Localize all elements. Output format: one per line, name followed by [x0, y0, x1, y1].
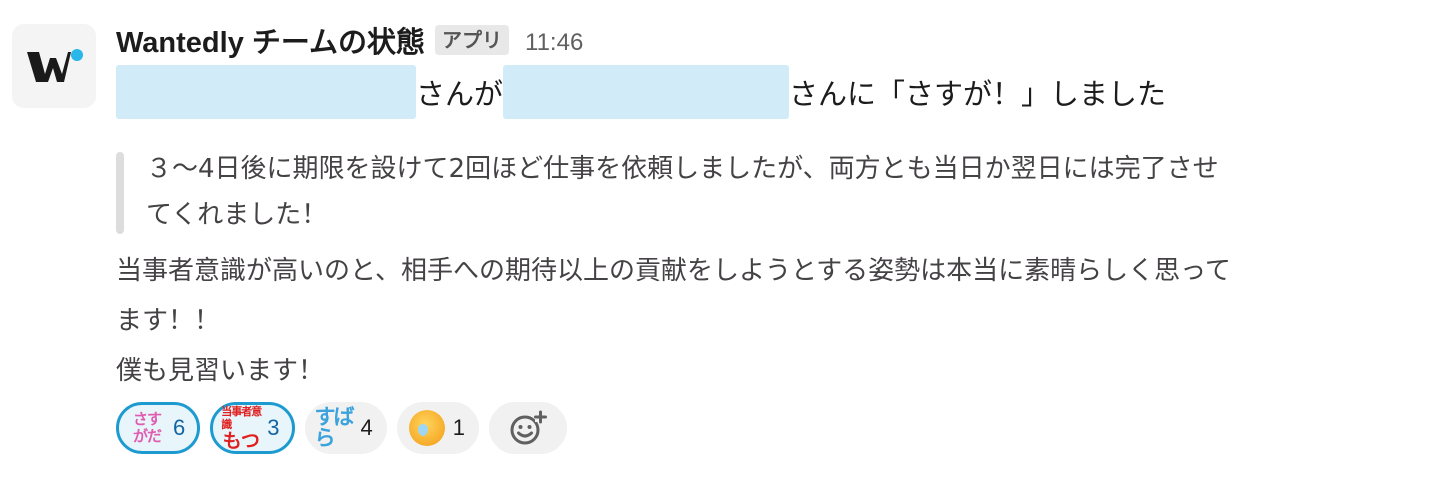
kudos-line: さんが さんに「さすが！」しました	[116, 64, 1426, 120]
reaction-sasuga-dana[interactable]: さす がだ 6	[116, 402, 201, 454]
add-emoji-icon	[510, 410, 547, 445]
sender-name[interactable]: Wantedly チームの状態	[116, 19, 425, 61]
kudos-text-2: さんに「さすが！」しました	[789, 77, 1167, 111]
add-reaction-button[interactable]	[489, 402, 567, 454]
wantedly-logo-icon	[27, 49, 83, 82]
quote-line: ３〜4日後に期限を設けて2回ほど仕事を依頼しましたが、両方とも当日か翌日には完了…	[146, 154, 1219, 184]
subara-icon: すばら	[314, 405, 355, 450]
wantedly-avatar[interactable]	[12, 24, 96, 108]
message-content: Wantedly チームの状態 アプリ 11:46 さんが さんに「さすが！」し…	[116, 20, 1426, 456]
redacted-user-from	[116, 65, 416, 119]
sweat-smile-icon	[408, 410, 445, 446]
reaction-sweat-smile[interactable]: 1	[396, 402, 479, 454]
reaction-count: 3	[267, 415, 280, 440]
body-line: 当事者意識が高いのと、相手への期待以上の貢献をしようとする姿勢は本当に素晴らしく…	[116, 256, 1231, 286]
reaction-count: 4	[360, 415, 373, 440]
quote-block: ３〜4日後に期限を設けて2回ほど仕事を依頼しましたが、両方とも当日か翌日には完了…	[116, 146, 1426, 238]
reactions-bar: さす がだ 6 当事者意識 もつ 3 すばら 4 1	[116, 400, 1426, 456]
motsu-icon: 当事者意識 もつ	[221, 404, 262, 452]
quote-line: てくれました！	[146, 200, 328, 230]
reaction-motsu[interactable]: 当事者意識 もつ 3	[210, 402, 295, 454]
timestamp[interactable]: 11:46	[525, 29, 583, 57]
body-line: ます！！	[116, 306, 221, 336]
sasuga-dana-icon: さす がだ	[132, 410, 162, 445]
message-body: 当事者意識が高いのと、相手への期待以上の貢献をしようとする姿勢は本当に素晴らしく…	[116, 246, 1426, 396]
app-badge: アプリ	[435, 25, 510, 55]
reaction-count: 1	[452, 415, 465, 440]
redacted-user-to	[503, 65, 790, 119]
reaction-subara[interactable]: すばら 4	[304, 402, 387, 454]
body-line: 僕も見習います！	[116, 356, 325, 386]
message-header: Wantedly チームの状態 アプリ 11:46	[116, 20, 1426, 60]
kudos-text-1: さんが	[416, 77, 504, 111]
reaction-count: 6	[173, 415, 186, 440]
